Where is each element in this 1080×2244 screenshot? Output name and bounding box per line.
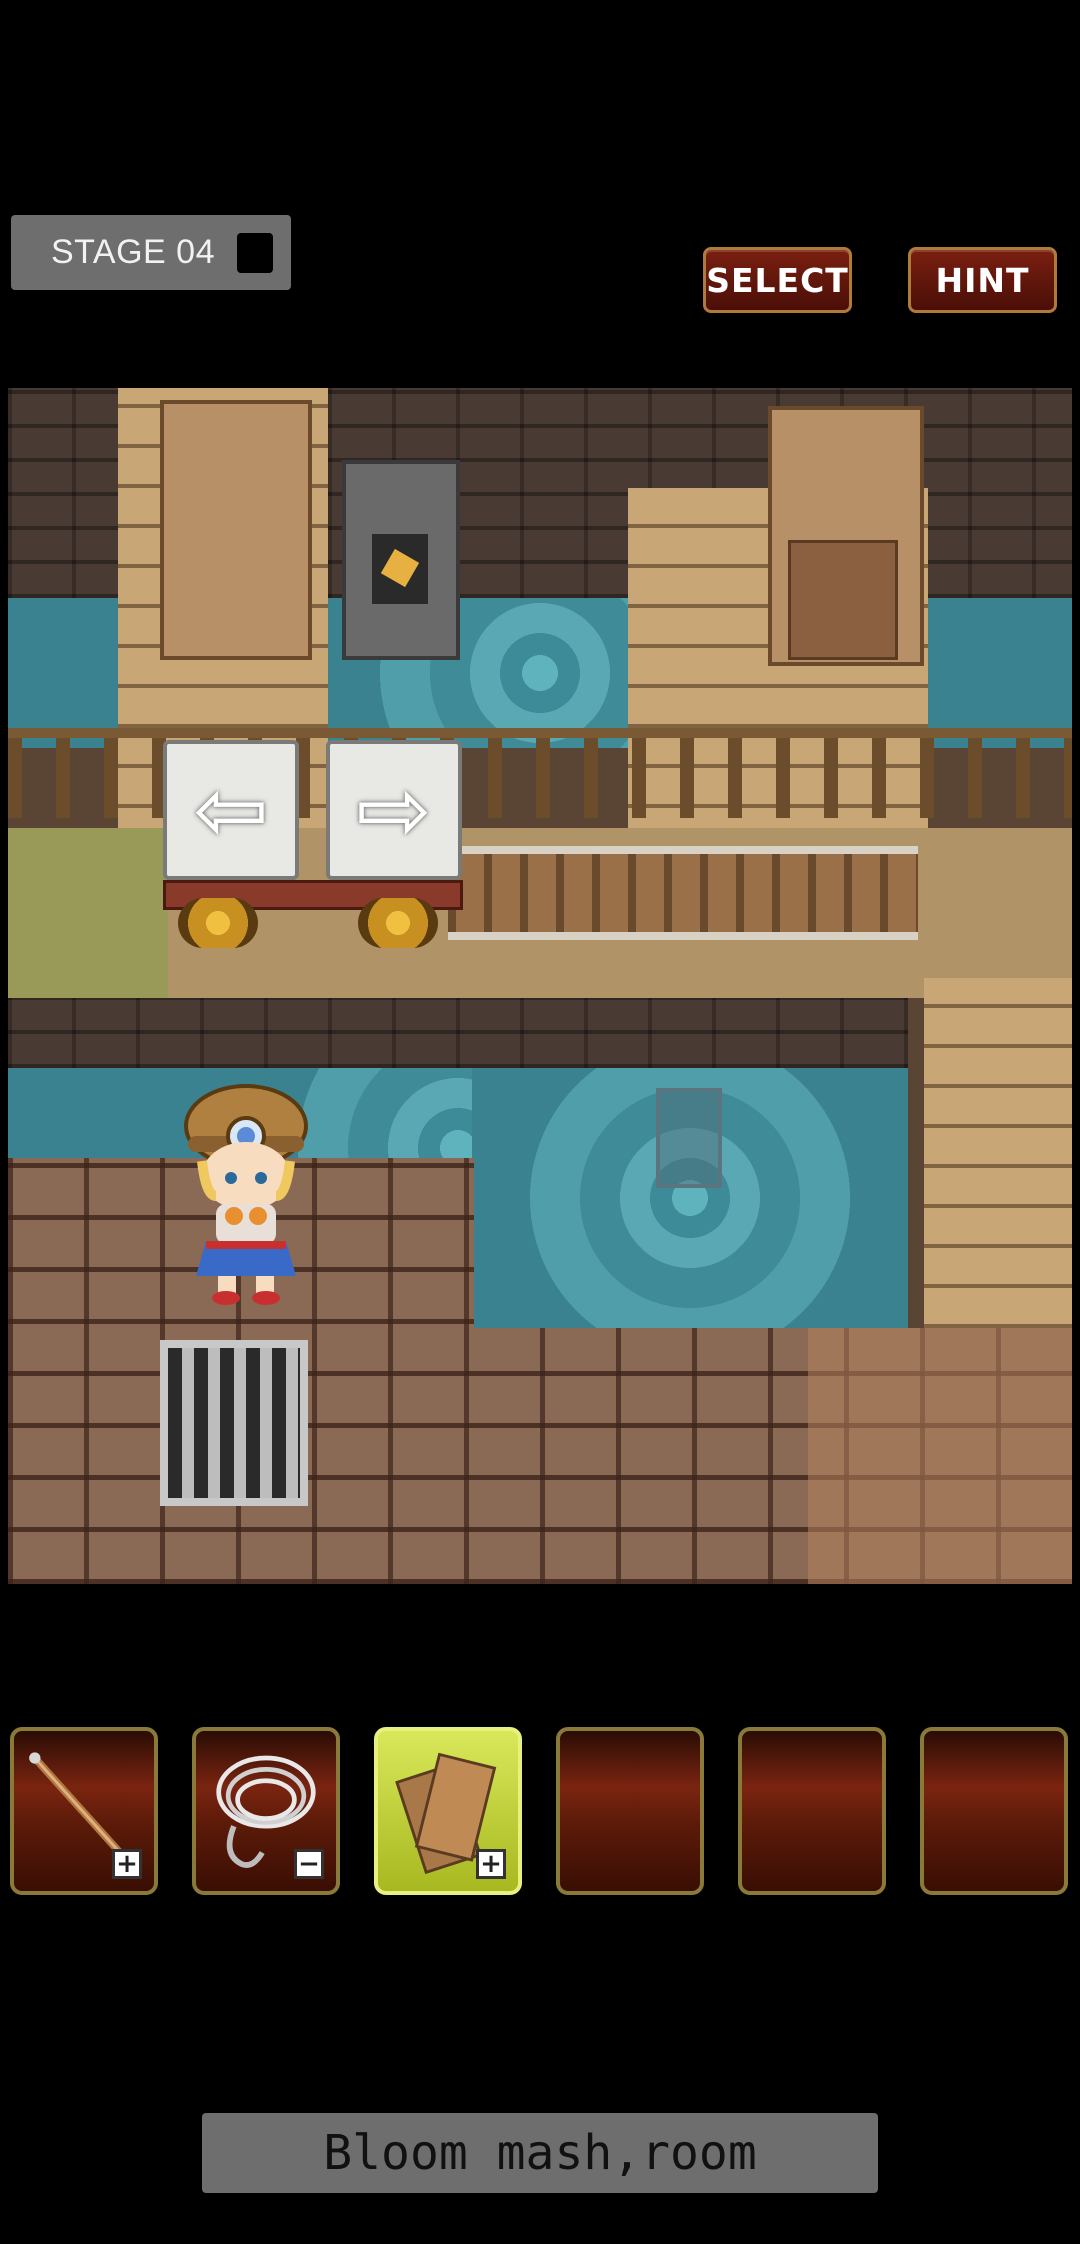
stage-indicator — [237, 233, 273, 273]
dirt-patch — [808, 1328, 1072, 1584]
select-button[interactable]: SELECT — [703, 247, 852, 313]
rail-track — [448, 846, 918, 940]
cart-wheel-right — [358, 898, 438, 948]
inventory-slot-5[interactable] — [738, 1727, 886, 1895]
mossy-floor — [8, 828, 168, 998]
left-cabinet[interactable] — [160, 400, 312, 660]
cart-left-arrow-block[interactable]: ⇦ — [163, 740, 299, 880]
inventory-slot-6[interactable] — [920, 1727, 1068, 1895]
underwater-switch[interactable] — [656, 1088, 722, 1188]
safe[interactable] — [342, 460, 460, 660]
inventory-slot-4[interactable] — [556, 1727, 704, 1895]
hint-button[interactable]: HINT — [908, 247, 1057, 313]
stage-label: STAGE 04 — [51, 233, 215, 271]
right-cabinet[interactable] — [768, 406, 924, 666]
inventory-bar: + − + — [0, 1727, 1080, 1895]
right-wooden-wall — [924, 978, 1072, 1328]
cart-right-arrow-block[interactable]: ⇨ — [326, 740, 462, 880]
player-character — [176, 1066, 316, 1306]
expand-sign-1[interactable]: + — [112, 1849, 142, 1879]
inventory-slot-2[interactable]: − — [192, 1727, 340, 1895]
game-scene[interactable]: ⇦ ⇨ — [8, 388, 1072, 1584]
inventory-slot-1[interactable]: + — [10, 1727, 158, 1895]
inventory-slot-3[interactable]: + — [374, 1727, 522, 1895]
lower-wall — [8, 998, 908, 1068]
item-caption: Bloom mash,room — [202, 2113, 878, 2193]
cabinet-door[interactable] — [788, 540, 898, 660]
expand-sign-3[interactable]: + — [476, 1849, 506, 1879]
floor-grate[interactable] — [160, 1340, 308, 1506]
collapse-sign-2[interactable]: − — [294, 1849, 324, 1879]
cart-wheel-left — [178, 898, 258, 948]
stage-badge: STAGE 04 — [11, 215, 291, 290]
